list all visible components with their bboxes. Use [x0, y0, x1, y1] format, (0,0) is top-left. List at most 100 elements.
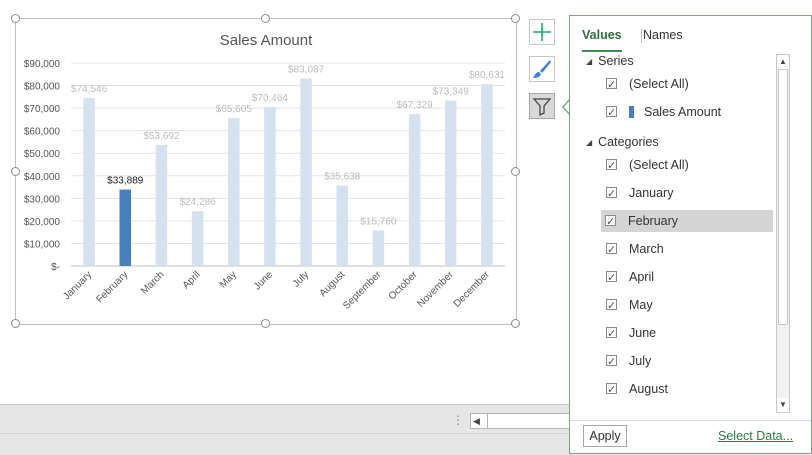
- bar-january: [83, 97, 95, 266]
- bar-may: [228, 118, 240, 266]
- category-item[interactable]: ✓ (Select All): [602, 154, 774, 176]
- series-item-sales-amount[interactable]: ✓ Sales Amount: [602, 101, 774, 123]
- panel-vertical-scrollbar[interactable]: ▲ ▼: [776, 54, 790, 413]
- plus-icon: [533, 23, 551, 41]
- chart-filter-panel: Values Names ◢ Series ✓ (Select All) ✓ Sa…: [569, 15, 812, 454]
- checkbox[interactable]: ✓: [606, 299, 617, 312]
- data-label-may: $65,605: [216, 104, 253, 115]
- data-label-july: $83,087: [288, 65, 325, 76]
- x-tick-label: March: [139, 269, 166, 296]
- checkbox[interactable]: ✓: [606, 106, 617, 119]
- horizontal-scrollbar[interactable]: ◀: [470, 413, 572, 429]
- category-item[interactable]: ✓ February: [601, 210, 773, 232]
- checkmark-icon: ✓: [607, 272, 617, 284]
- series-select-all-label: (Select All): [629, 77, 689, 91]
- categories-header-label: Categories: [598, 135, 659, 149]
- scroll-up-icon[interactable]: ▲: [777, 55, 789, 69]
- bar-march: [155, 144, 168, 266]
- resize-handle-bottom-left[interactable]: [11, 319, 20, 328]
- category-item-label: (Select All): [629, 158, 689, 172]
- checkmark-icon: ✓: [607, 328, 617, 340]
- x-tick-label: January: [61, 269, 94, 302]
- checkbox[interactable]: ✓: [606, 243, 617, 256]
- category-item-label: May: [629, 298, 653, 312]
- resize-handle-bottom-right[interactable]: [511, 319, 520, 328]
- scroll-split-handle[interactable]: ⋮: [452, 413, 464, 427]
- data-label-february: $33,889: [107, 176, 144, 187]
- filter-icon: [532, 98, 552, 117]
- category-item[interactable]: ✓ April: [602, 266, 774, 288]
- scroll-left-icon[interactable]: ◀: [473, 414, 480, 428]
- y-tick-label: $80,000: [24, 82, 61, 93]
- x-tick-label: August: [318, 269, 348, 299]
- checkbox[interactable]: ✓: [605, 215, 616, 228]
- tab-values[interactable]: Values: [582, 26, 622, 52]
- categories-group-header[interactable]: ◢ Categories: [586, 133, 659, 151]
- category-item[interactable]: ✓ January: [602, 182, 774, 204]
- tab-names[interactable]: Names: [643, 26, 683, 50]
- bar-august: [336, 185, 348, 266]
- checkmark-icon: ✓: [607, 107, 617, 119]
- x-tick-label: December: [452, 269, 493, 310]
- x-tick-label: May: [218, 269, 239, 290]
- category-item-label: January: [629, 186, 674, 200]
- x-tick-label: February: [94, 269, 130, 305]
- checkbox[interactable]: ✓: [606, 327, 617, 340]
- category-item[interactable]: ✓ July: [602, 350, 774, 372]
- chart-filters-button[interactable]: [529, 93, 555, 119]
- data-label-october: $67,329: [397, 100, 434, 111]
- series-group-header[interactable]: ◢ Series: [586, 52, 634, 70]
- checkbox[interactable]: ✓: [606, 159, 617, 172]
- checkbox[interactable]: ✓: [606, 271, 617, 284]
- category-item-label: August: [629, 382, 668, 396]
- checkbox[interactable]: ✓: [606, 383, 617, 396]
- scroll-thumb[interactable]: [778, 69, 788, 325]
- checkmark-icon: ✓: [607, 300, 617, 312]
- resize-handle-left[interactable]: [11, 167, 20, 176]
- checkbox[interactable]: ✓: [606, 187, 617, 200]
- bar-december: [481, 84, 493, 267]
- chart-area[interactable]: Sales Amount $- $10,000 $20,000 $30,000 $40,…: [15, 18, 517, 325]
- category-item[interactable]: ✓ August: [602, 378, 774, 400]
- scroll-thumb[interactable]: [487, 414, 488, 428]
- resize-handle-right[interactable]: [511, 167, 520, 176]
- chart-styles-button[interactable]: [529, 56, 555, 82]
- select-data-link[interactable]: Select Data...: [718, 429, 793, 443]
- bar-april: [191, 211, 204, 266]
- resize-handle-top[interactable]: [261, 14, 270, 23]
- category-item[interactable]: ✓ May: [602, 294, 774, 316]
- data-label-april: $24,286: [180, 197, 217, 208]
- y-tick-label: $20,000: [24, 217, 61, 228]
- collapse-triangle-icon[interactable]: ◢: [586, 57, 592, 66]
- series-select-all[interactable]: ✓ (Select All): [602, 73, 774, 95]
- scroll-down-icon[interactable]: ▼: [777, 398, 789, 412]
- chart-elements-button[interactable]: [529, 19, 555, 45]
- data-label-november: $73,349: [433, 87, 470, 98]
- series-header-label: Series: [598, 54, 634, 68]
- filter-list: ◢ Series ✓ (Select All) ✓ Sales Amount ◢ C…: [570, 52, 778, 418]
- y-tick-label: $10,000: [24, 239, 61, 250]
- checkbox[interactable]: ✓: [606, 355, 617, 368]
- category-item-label: July: [629, 354, 652, 368]
- checkbox[interactable]: ✓: [606, 78, 617, 91]
- series-item-label: Sales Amount: [644, 105, 722, 119]
- data-label-june: $70,464: [252, 93, 289, 104]
- category-item[interactable]: ✓ March: [602, 238, 774, 260]
- chart-title: Sales Amount: [220, 32, 313, 49]
- apply-button[interactable]: Apply: [583, 425, 627, 447]
- category-item-label: June: [629, 326, 657, 340]
- category-item[interactable]: ✓ June: [602, 322, 774, 344]
- y-tick-label: $50,000: [24, 149, 61, 160]
- category-item-label: April: [629, 270, 655, 284]
- brush-icon: [533, 60, 551, 78]
- collapse-triangle-icon[interactable]: ◢: [586, 138, 592, 147]
- data-label-september: $15,760: [360, 216, 397, 227]
- bar-november: [445, 100, 457, 267]
- resize-handle-bottom[interactable]: [261, 319, 270, 328]
- x-tick-label: November: [415, 269, 456, 310]
- y-tick-label: $60,000: [24, 127, 61, 138]
- checkmark-icon: ✓: [606, 216, 616, 228]
- resize-handle-top-left[interactable]: [11, 14, 20, 23]
- category-item-label: February: [628, 214, 679, 228]
- resize-handle-top-right[interactable]: [511, 14, 520, 23]
